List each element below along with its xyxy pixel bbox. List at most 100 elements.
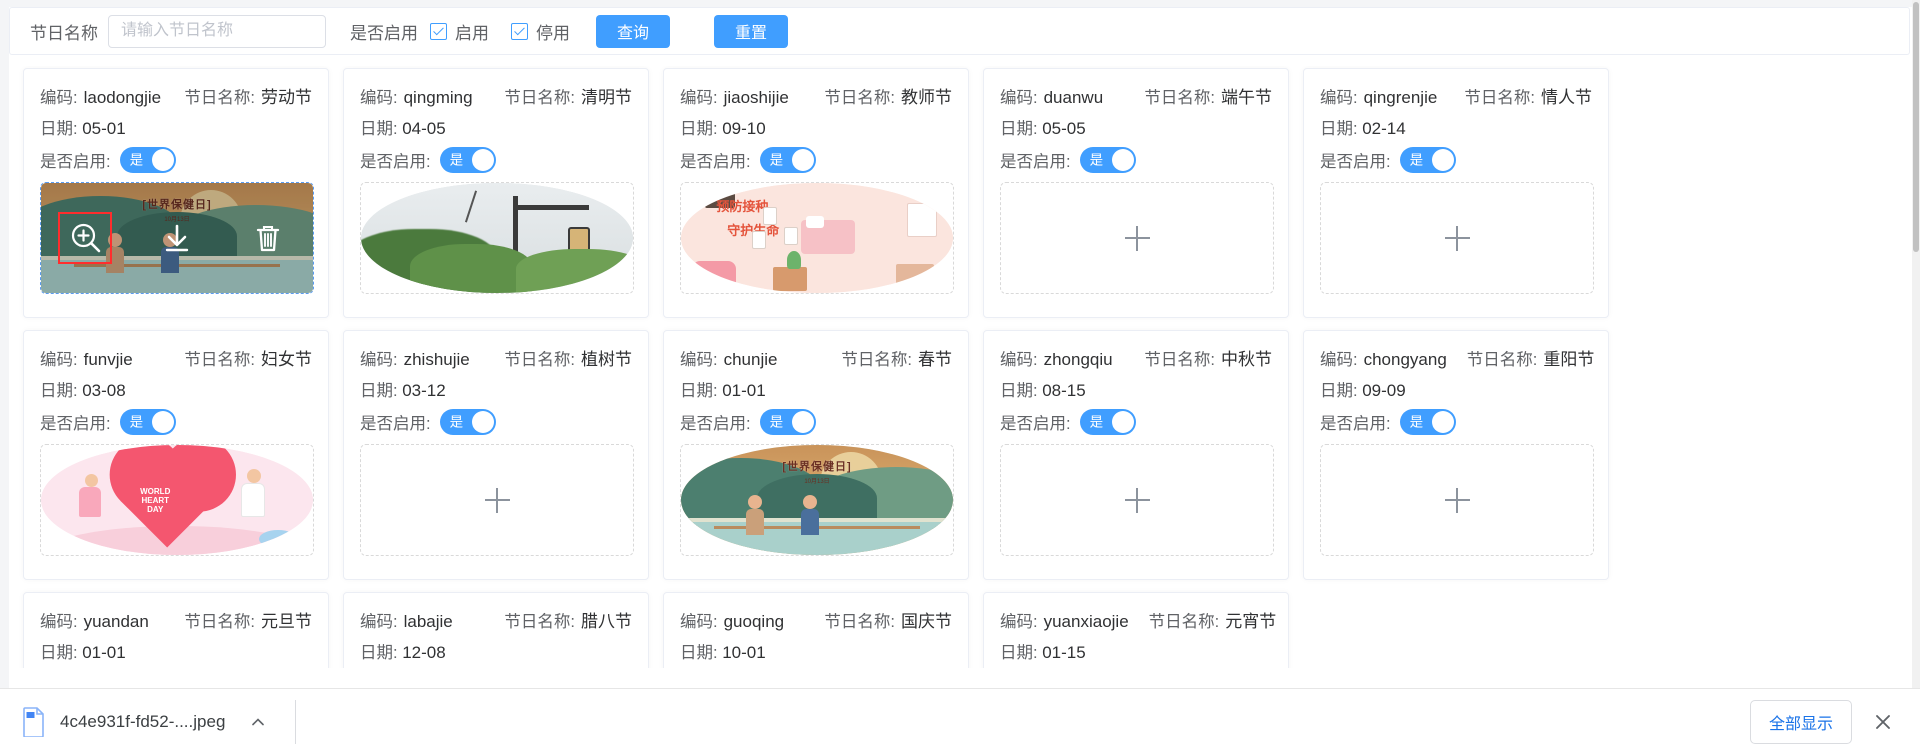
card-header-row: 编码: labajie 节日名称: 腊八节 bbox=[360, 607, 632, 632]
date-value: 03-08 bbox=[82, 381, 126, 400]
enabled-switch-text: 是 bbox=[129, 414, 144, 430]
enabled-switch[interactable]: 是 bbox=[759, 147, 816, 173]
enabled-switch[interactable]: 是 bbox=[439, 409, 496, 435]
code-label: 编码: bbox=[680, 613, 718, 631]
date-value: 09-10 bbox=[722, 119, 766, 138]
date-value: 05-01 bbox=[82, 119, 126, 138]
illustration-vaccine-room: 预防接种 守护生命 bbox=[681, 183, 953, 293]
enabled-switch-knob bbox=[1111, 149, 1134, 171]
card-header-row: 编码: laodongjie 节日名称: 劳动节 bbox=[40, 83, 312, 108]
enabled-switch-knob bbox=[151, 411, 174, 433]
holiday-card[interactable]: 编码: chunjie 节日名称: 春节 日期: 01-01 是否启用: 是 [… bbox=[663, 330, 969, 580]
window-scrollbar-thumb[interactable] bbox=[1913, 2, 1919, 252]
holiday-card[interactable]: 编码: qingming 节日名称: 清明节 日期: 04-05 是否启用: 是 bbox=[343, 68, 649, 318]
holiday-card[interactable]: 编码: funvjie 节日名称: 妇女节 日期: 03-08 是否启用: 是 … bbox=[23, 330, 329, 580]
holiday-card[interactable]: 编码: qingrenjie 节日名称: 情人节 日期: 02-14 是否启用:… bbox=[1303, 68, 1609, 318]
show-all-button[interactable]: 全部显示 bbox=[1749, 699, 1852, 744]
download-icon[interactable] bbox=[160, 221, 194, 255]
enabled-switch[interactable]: 是 bbox=[1399, 409, 1456, 435]
checkbox-enabled-box[interactable] bbox=[430, 22, 447, 40]
checkbox-disabled-box[interactable] bbox=[511, 22, 528, 40]
code-value: funvjie bbox=[83, 350, 133, 369]
enabled-switch-text: 是 bbox=[449, 414, 464, 430]
date-value: 02-14 bbox=[1362, 119, 1406, 138]
close-icon[interactable] bbox=[1872, 711, 1894, 733]
checkbox-disabled[interactable]: 停用 bbox=[511, 19, 570, 44]
enabled-switch[interactable]: 是 bbox=[1399, 147, 1456, 173]
checkbox-disabled-label: 停用 bbox=[536, 23, 570, 43]
code-label: 编码: bbox=[680, 351, 718, 369]
trash-icon[interactable] bbox=[251, 221, 285, 255]
search-input[interactable] bbox=[108, 14, 326, 48]
card-enabled-row: 是否启用: 是 bbox=[1320, 147, 1592, 173]
enabled-switch-text: 是 bbox=[1089, 414, 1104, 430]
enabled-label: 是否启用: bbox=[40, 153, 111, 171]
checkbox-enabled[interactable]: 启用 bbox=[430, 19, 489, 44]
card-header-row: 编码: chunjie 节日名称: 春节 bbox=[680, 345, 952, 370]
card-header-row: 编码: qingming 节日名称: 清明节 bbox=[360, 83, 632, 108]
enabled-switch[interactable]: 是 bbox=[119, 409, 176, 435]
image-upload-placeholder[interactable] bbox=[1320, 182, 1594, 294]
card-header-row: 编码: zhishujie 节日名称: 植树节 bbox=[360, 345, 632, 370]
holiday-card[interactable]: 编码: chongyang 节日名称: 重阳节 日期: 09-09 是否启用: … bbox=[1303, 330, 1609, 580]
zoom-in-icon[interactable] bbox=[58, 212, 113, 264]
code-label: 编码: bbox=[1000, 351, 1038, 369]
holiday-image-thumbnail[interactable]: WORLD HEART DAY bbox=[40, 444, 314, 556]
holiday-image-thumbnail[interactable]: [世界保健日] 10月13日 bbox=[680, 444, 954, 556]
name-value: 情人节 bbox=[1541, 88, 1592, 107]
enabled-switch[interactable]: 是 bbox=[1079, 409, 1136, 435]
holiday-image-thumbnail[interactable]: 预防接种 守护生命 bbox=[680, 182, 954, 294]
enabled-switch-knob bbox=[1111, 411, 1134, 433]
image-upload-placeholder[interactable] bbox=[360, 444, 634, 556]
holiday-card-grid: 编码: laodongjie 节日名称: 劳动节 日期: 05-01 是否启用:… bbox=[9, 66, 1913, 668]
holiday-image-thumbnail[interactable]: [世界保健日] 10月13日 bbox=[40, 182, 314, 294]
code-value: yuandan bbox=[83, 612, 149, 631]
name-label: 节日名称: bbox=[184, 351, 255, 369]
holiday-card[interactable]: 编码: jiaoshijie 节日名称: 教师节 日期: 09-10 是否启用:… bbox=[663, 68, 969, 318]
holiday-card[interactable]: 编码: labajie 节日名称: 腊八节 日期: 12-08 是否启用: 是 bbox=[343, 592, 649, 668]
enabled-switch-knob bbox=[1431, 411, 1454, 433]
holiday-card[interactable]: 编码: yuanxiaojie 节日名称: 元宵节 日期: 01-15 是否启用… bbox=[983, 592, 1289, 668]
date-value: 04-05 bbox=[402, 119, 446, 138]
card-header-row: 编码: guoqing 节日名称: 国庆节 bbox=[680, 607, 952, 632]
code-label: 编码: bbox=[360, 613, 398, 631]
enabled-switch[interactable]: 是 bbox=[439, 147, 496, 173]
code-value: qingrenjie bbox=[1363, 88, 1438, 107]
enabled-switch[interactable]: 是 bbox=[759, 409, 816, 435]
name-value: 春节 bbox=[918, 350, 952, 369]
enabled-switch[interactable]: 是 bbox=[1079, 147, 1136, 173]
holiday-card[interactable]: 编码: yuandan 节日名称: 元旦节 日期: 01-01 是否启用: 是 bbox=[23, 592, 329, 668]
date-value: 05-05 bbox=[1042, 119, 1086, 138]
name-value: 元旦节 bbox=[261, 612, 312, 631]
card-date-row: 日期: 01-01 bbox=[40, 639, 312, 663]
holiday-card[interactable]: 编码: guoqing 节日名称: 国庆节 日期: 10-01 是否启用: 是 bbox=[663, 592, 969, 668]
name-value: 中秋节 bbox=[1221, 350, 1272, 369]
holiday-card[interactable]: 编码: duanwu 节日名称: 端午节 日期: 05-05 是否启用: 是 bbox=[983, 68, 1289, 318]
enabled-switch-knob bbox=[1431, 149, 1454, 171]
reset-button[interactable]: 重置 bbox=[714, 14, 788, 48]
image-upload-placeholder[interactable] bbox=[1000, 182, 1274, 294]
enabled-switch[interactable]: 是 bbox=[119, 147, 176, 173]
card-date-row: 日期: 09-09 bbox=[1320, 377, 1592, 401]
name-label: 节日名称: bbox=[824, 89, 895, 107]
name-label: 节日名称: bbox=[1466, 351, 1538, 369]
holiday-card[interactable]: 编码: zhishujie 节日名称: 植树节 日期: 03-12 是否启用: … bbox=[343, 330, 649, 580]
enabled-switch-text: 是 bbox=[1409, 152, 1424, 168]
date-label: 日期: bbox=[680, 382, 718, 400]
image-upload-placeholder[interactable] bbox=[1320, 444, 1594, 556]
query-button[interactable]: 查询 bbox=[596, 14, 670, 48]
holiday-card[interactable]: 编码: laodongjie 节日名称: 劳动节 日期: 05-01 是否启用:… bbox=[23, 68, 329, 318]
enabled-label: 是否启用: bbox=[1000, 153, 1071, 171]
window-scrollbar[interactable] bbox=[1912, 0, 1920, 688]
holiday-image-thumbnail[interactable] bbox=[360, 182, 634, 294]
card-date-row: 日期: 09-10 bbox=[680, 115, 952, 139]
image-upload-placeholder[interactable] bbox=[1000, 444, 1274, 556]
code-value: duanwu bbox=[1043, 88, 1104, 107]
holiday-card[interactable]: 编码: zhongqiu 节日名称: 中秋节 日期: 08-15 是否启用: 是 bbox=[983, 330, 1289, 580]
window-left-edge bbox=[0, 0, 9, 688]
name-label: 节日名称: bbox=[504, 351, 575, 369]
card-enabled-row: 是否启用: 是 bbox=[360, 409, 632, 435]
card-enabled-row: 是否启用: 是 bbox=[360, 147, 632, 173]
chevron-up-icon[interactable] bbox=[249, 713, 267, 731]
download-item[interactable]: 4c4e931f-fd52-....jpeg bbox=[22, 698, 289, 746]
